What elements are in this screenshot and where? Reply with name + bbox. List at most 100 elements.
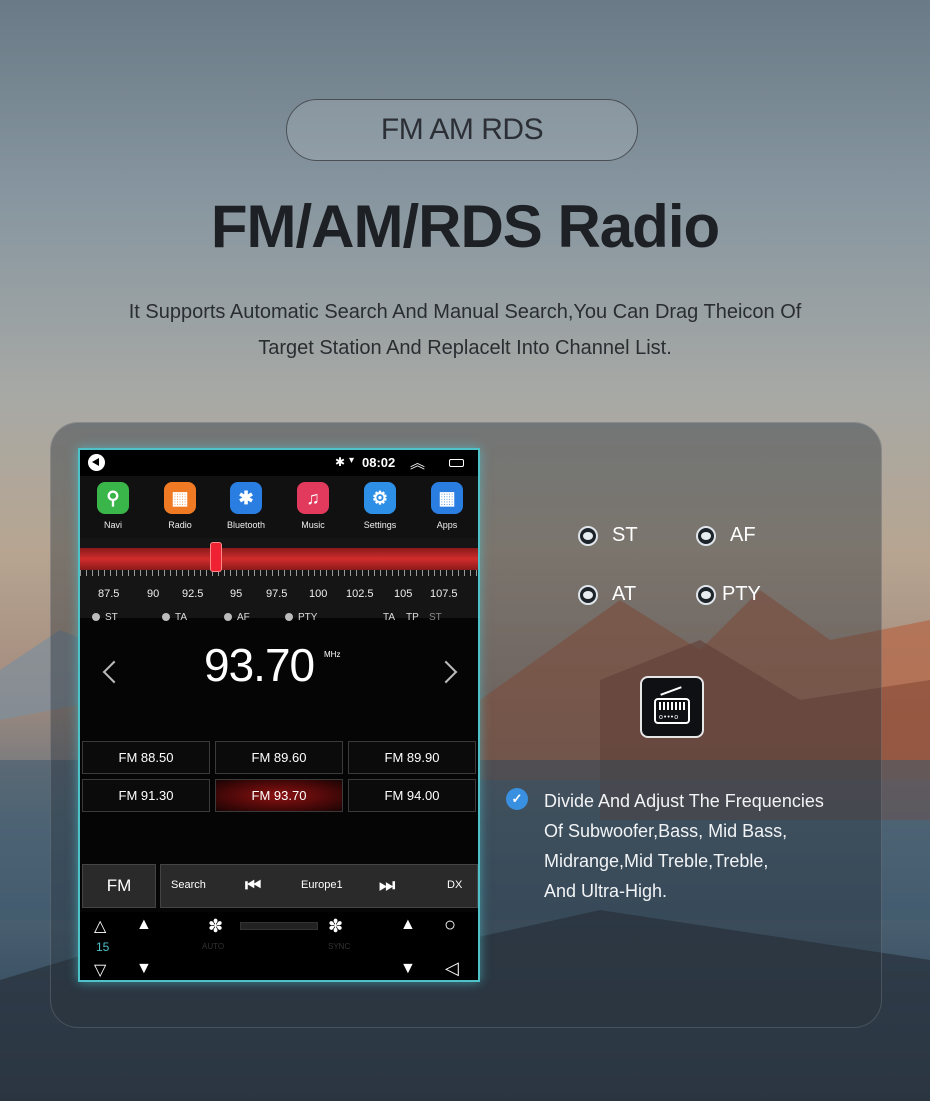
flag-ta[interactable]: TA <box>162 612 187 623</box>
indicator-st: ST <box>429 612 442 623</box>
app-label: Settings <box>363 520 397 530</box>
frequency-scale: 87.5 90 92.5 95 97.5 100 102.5 105 107.5 <box>90 588 478 602</box>
band-button[interactable]: FM <box>82 864 156 908</box>
search-button[interactable]: Search <box>171 879 206 891</box>
option-af: AF <box>696 524 756 547</box>
description-line-1: It Supports Automatic Search And Manual … <box>128 301 802 323</box>
option-pty: PTY <box>696 583 761 606</box>
app-label: Navi <box>103 520 122 530</box>
preset-button[interactable]: FM 88.50 <box>82 741 210 774</box>
navi-icon: ⚲ <box>97 482 129 514</box>
feature-line: Midrange,Mid Treble,Treble, <box>544 851 769 871</box>
feature-line: Divide And Adjust The Frequencies <box>544 791 824 811</box>
category-badge: FM AM RDS <box>286 99 638 161</box>
frequency-unit: MHz <box>324 650 341 659</box>
preset-button-active[interactable]: FM 93.70 <box>215 779 343 812</box>
app-apps[interactable]: ▦ Apps <box>422 482 472 530</box>
option-label: ST <box>612 524 638 546</box>
app-label: Apps <box>436 520 458 530</box>
flag-pty[interactable]: PTY <box>285 612 317 623</box>
flag-af[interactable]: AF <box>224 612 250 623</box>
back-triangle-icon[interactable]: ◁ <box>445 958 459 979</box>
scale-label: 97.5 <box>266 588 288 600</box>
indicator-tp: TP <box>406 612 419 623</box>
sync-label: SYNC <box>328 942 351 951</box>
status-bar: ✱ ▾ 08:02 ︽ <box>80 450 478 476</box>
triangle-up-outline-icon[interactable]: △ <box>94 916 106 936</box>
indicator-ta: TA <box>383 612 396 623</box>
preset-button[interactable]: FM 91.30 <box>82 779 210 812</box>
app-label: Radio <box>168 520 192 530</box>
triangle-up-icon[interactable]: ▲ <box>136 916 152 934</box>
app-radio[interactable]: ▦ Radio <box>155 482 205 530</box>
preset-button[interactable]: FM 89.90 <box>348 741 476 774</box>
app-navi[interactable]: ⚲ Navi <box>88 482 138 530</box>
settings-icon: ⚙ <box>364 482 396 514</box>
previous-icon[interactable]: ⏮ <box>245 875 261 896</box>
radio-app-icon: o•••o <box>640 676 704 738</box>
app-label: Bluetooth <box>226 520 266 530</box>
app-dock: ⚲ Navi ▦ Radio ✱ Bluetooth ♫ Music ⚙ Set… <box>80 476 478 538</box>
music-icon: ♫ <box>297 482 329 514</box>
fan-icon[interactable]: ✽ <box>328 916 343 937</box>
radio-dot-icon <box>696 525 716 546</box>
next-icon[interactable]: ⏭ <box>379 875 395 896</box>
check-icon: ✓ <box>506 788 528 810</box>
current-frequency: 93.70 <box>204 639 315 691</box>
option-at: AT <box>578 583 636 606</box>
tuner-band <box>80 548 478 570</box>
feature-text: Divide And Adjust The Frequencies Of Sub… <box>544 786 874 906</box>
scale-label: 105 <box>394 588 413 600</box>
clock: 08:02 <box>362 455 396 470</box>
home-circle-icon[interactable]: ○ <box>444 914 456 937</box>
triangle-up-icon[interactable]: ▲ <box>400 916 416 934</box>
radio-icon: ▦ <box>164 482 196 514</box>
triangle-down-outline-icon[interactable]: ▽ <box>94 960 106 980</box>
scale-label: 90 <box>147 588 160 600</box>
feature-line: Of Subwoofer,Bass, Mid Bass, <box>544 821 788 841</box>
scale-label: 107.5 <box>430 588 458 600</box>
bluetooth-icon: ✱ <box>230 482 262 514</box>
app-bluetooth[interactable]: ✱ Bluetooth <box>221 482 271 530</box>
scale-label: 100 <box>309 588 328 600</box>
climate-bar: △ ▲ 15 ▽ ▼ ✽ AUTO ✽ SYNC ▲ ▼ ○ ◁ <box>80 912 478 980</box>
flag-st[interactable]: ST <box>92 612 118 623</box>
app-music[interactable]: ♫ Music <box>288 482 338 530</box>
chevron-right-icon[interactable] <box>434 660 458 684</box>
description: It Supports Automatic Search And Manual … <box>80 294 850 366</box>
preset-button[interactable]: FM 94.00 <box>348 779 476 812</box>
feature-line: And Ultra-High. <box>544 881 668 901</box>
radio-dot-icon <box>578 525 598 546</box>
frequency-tuner[interactable]: 87.5 90 92.5 95 97.5 100 102.5 105 107.5 <box>80 538 478 618</box>
wifi-icon: ▾ <box>349 455 355 466</box>
radio-control-bar: Search ⏮ Europe1 ⏭ DX <box>160 864 478 908</box>
station-name: Europe1 <box>301 879 343 891</box>
app-settings[interactable]: ⚙ Settings <box>355 482 405 530</box>
dx-button[interactable]: DX <box>447 879 462 891</box>
head-unit-screen: ✱ ▾ 08:02 ︽ ⚲ Navi ▦ Radio ✱ Bluetooth ♫… <box>78 448 480 982</box>
fan-icon[interactable]: ✽ <box>208 916 223 937</box>
preset-button[interactable]: FM 89.60 <box>215 741 343 774</box>
option-label: AT <box>612 583 637 605</box>
apps-grid-icon: ▦ <box>431 482 463 514</box>
recent-apps-icon[interactable] <box>449 459 464 467</box>
triangle-down-icon[interactable]: ▼ <box>400 960 416 978</box>
auto-label: AUTO <box>202 942 225 951</box>
option-st: ST <box>578 524 638 547</box>
tuner-ticks <box>80 570 478 576</box>
chevron-left-icon[interactable] <box>102 660 126 684</box>
scale-label: 102.5 <box>346 588 374 600</box>
tuner-slider-handle[interactable] <box>210 542 222 572</box>
back-icon[interactable] <box>88 454 105 471</box>
option-label: PTY <box>722 583 761 605</box>
temperature: 15 <box>96 940 110 954</box>
scale-label: 92.5 <box>182 588 204 600</box>
scale-label: 95 <box>230 588 243 600</box>
chevron-up-icon[interactable]: ︽ <box>410 452 425 473</box>
scale-label: 87.5 <box>98 588 120 600</box>
radio-dot-icon <box>578 584 598 605</box>
radio-dot-icon <box>696 584 716 605</box>
fan-speed-bar[interactable] <box>240 922 318 930</box>
description-line-2: Target Station And Replacelt Into Channe… <box>258 337 672 359</box>
triangle-down-icon[interactable]: ▼ <box>136 960 152 978</box>
